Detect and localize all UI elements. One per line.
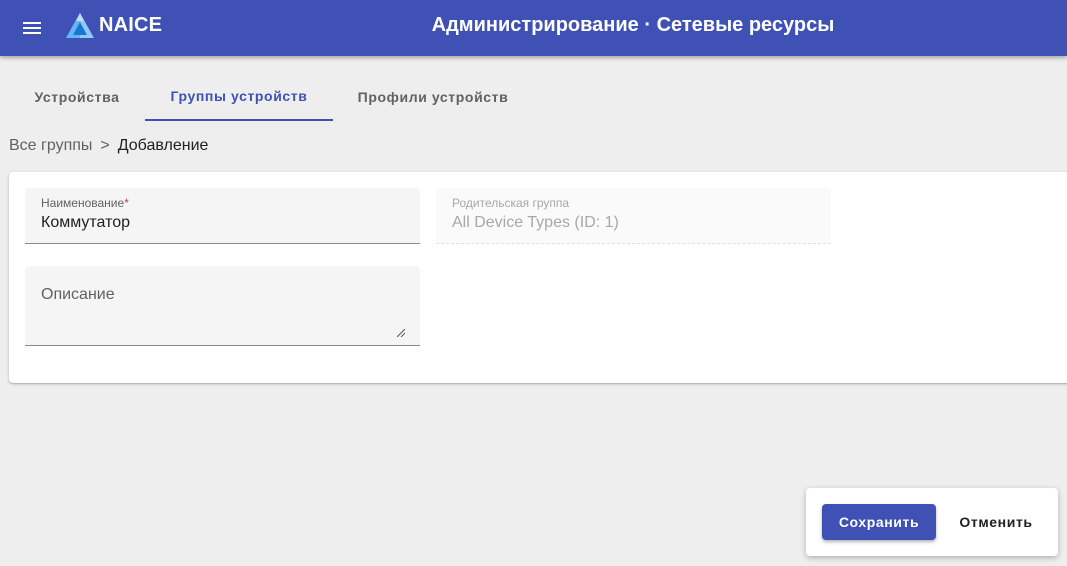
cancel-button[interactable]: Отменить [946, 504, 1046, 540]
breadcrumb-separator: > [100, 137, 110, 154]
action-panel: Сохранить Отменить [806, 488, 1058, 556]
parent-group-field: Родительская группа All Device Types (ID… [436, 188, 831, 244]
resize-handle-icon[interactable] [397, 329, 405, 337]
breadcrumb-current: Добавление [117, 137, 209, 154]
parent-group-label: Родительская группа [452, 196, 570, 210]
name-field-value[interactable]: Коммутатор [41, 214, 130, 232]
tab-device-groups[interactable]: Группы устройств [145, 72, 333, 121]
required-mark: * [124, 196, 129, 210]
name-field-label: Наименование* [41, 196, 129, 210]
description-textarea[interactable]: Описание [25, 266, 420, 346]
name-field[interactable]: Наименование* Коммутатор [25, 188, 420, 244]
tab-bar: Устройства Группы устройств Профили устр… [9, 72, 533, 121]
tab-devices[interactable]: Устройства [9, 72, 145, 121]
page-title: Администрирование · Сетевые ресурсы [431, 14, 835, 36]
breadcrumb: Все группы > Добавление [9, 137, 208, 155]
form-card: Наименование* Коммутатор Родительская гр… [9, 172, 1067, 383]
tab-device-profiles[interactable]: Профили устройств [333, 72, 533, 121]
parent-group-value: All Device Types (ID: 1) [452, 214, 619, 231]
description-placeholder: Описание [41, 286, 115, 303]
breadcrumb-link-all-groups[interactable]: Все группы [9, 137, 92, 155]
top-app-bar: NAICE Администрирование · Сетевые ресурс… [0, 0, 1067, 56]
save-button[interactable]: Сохранить [822, 504, 936, 540]
